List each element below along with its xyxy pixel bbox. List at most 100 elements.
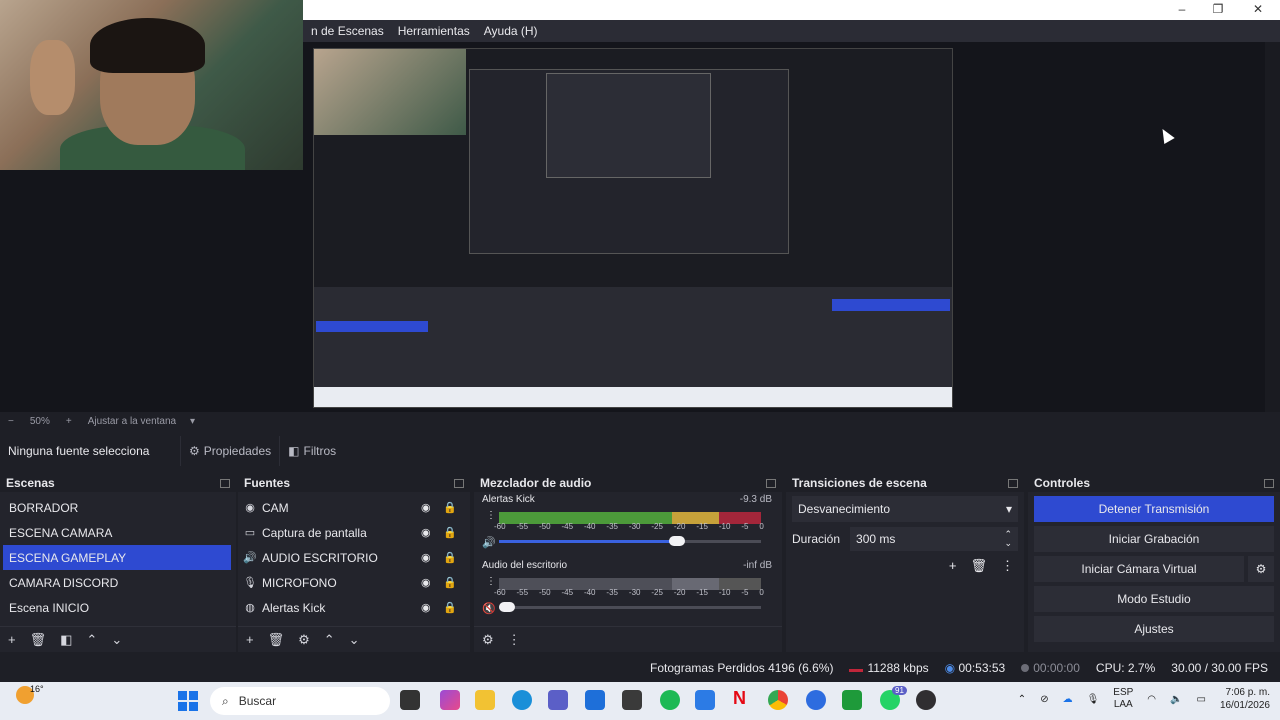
lock-icon[interactable]: 🔒 <box>443 551 457 564</box>
stop-streaming-button[interactable]: Detener Transmisión <box>1034 496 1274 522</box>
trash-icon[interactable]: 🗑 <box>970 558 987 574</box>
transition-select[interactable]: Desvanecimiento ▾ <box>792 496 1018 522</box>
start-virtual-camera-button[interactable]: Iniciar Cámara Virtual <box>1034 556 1244 582</box>
more-options-icon[interactable]: ⋮ <box>486 510 496 521</box>
folder-icon[interactable] <box>475 690 495 710</box>
eye-icon[interactable]: ◉ <box>421 526 431 539</box>
dropped-frames: Fotogramas Perdidos 4196 (6.6%) <box>650 661 834 675</box>
scene-item[interactable]: CAMARA DISCORD <box>0 570 236 595</box>
zoom-in-button[interactable]: + <box>66 416 72 427</box>
eye-icon[interactable]: ◉ <box>421 501 431 514</box>
popout-icon[interactable] <box>1008 478 1018 488</box>
scene-item[interactable]: ESCENA CAMARA <box>0 520 236 545</box>
scene-item[interactable]: Escena INICIO <box>0 595 236 620</box>
duration-input[interactable]: 300 ms ⌃ ⌄ <box>850 527 1018 551</box>
battery-icon[interactable]: ▭ <box>1196 694 1205 705</box>
chrome-icon[interactable] <box>768 690 788 710</box>
zoom-value: 50% <box>29 415 50 427</box>
gear-icon[interactable]: ⚙ <box>1248 556 1274 582</box>
lock-icon[interactable]: 🔒 <box>443 601 457 614</box>
popout-icon[interactable] <box>766 478 776 488</box>
wifi-icon[interactable]: ◠ <box>1147 694 1156 705</box>
scene-item-selected[interactable]: ESCENA GAMEPLAY <box>3 545 231 570</box>
arrow-down-icon[interactable]: ⌄ <box>111 632 122 648</box>
scale-tick: -30 <box>628 522 641 531</box>
popout-icon[interactable] <box>454 478 464 488</box>
properties-button[interactable]: ⚙ Propiedades <box>180 436 279 466</box>
steam-icon[interactable] <box>806 690 826 710</box>
spotify-icon[interactable] <box>660 690 680 710</box>
studio-mode-button[interactable]: Modo Estudio <box>1034 586 1274 612</box>
lock-icon[interactable]: 🔒 <box>443 576 457 589</box>
eye-icon[interactable]: ◉ <box>421 601 431 614</box>
word-icon[interactable] <box>695 690 715 710</box>
weather-widget[interactable]: 16° <box>16 684 44 704</box>
start-recording-button[interactable]: Iniciar Grabación <box>1034 526 1274 552</box>
popout-icon[interactable] <box>220 478 230 488</box>
outlook-icon[interactable] <box>585 690 605 710</box>
more-options-icon[interactable]: ⋮ <box>508 632 521 648</box>
windows-start-icon[interactable] <box>178 691 198 711</box>
zoom-out-button[interactable]: − <box>8 416 14 427</box>
lock-icon[interactable]: 🔒 <box>443 501 457 514</box>
filter-icon[interactable]: ◧ <box>60 632 72 648</box>
teams-icon[interactable] <box>548 690 568 710</box>
minimize-button[interactable]: – <box>1172 2 1192 16</box>
epic-icon[interactable] <box>622 690 642 710</box>
more-options-icon[interactable]: ⋮ <box>486 576 496 587</box>
muted-speaker-icon[interactable]: 🔇 <box>482 602 496 615</box>
source-item[interactable]: ◉ CAM ◉ 🔒 <box>238 495 470 520</box>
speaker-icon: 🔊 <box>243 552 257 564</box>
add-icon[interactable]: + <box>246 632 254 647</box>
lock-icon[interactable]: 🔒 <box>443 526 457 539</box>
eye-icon[interactable]: ◉ <box>421 576 431 589</box>
microphone-icon[interactable]: 🎙 <box>1087 694 1100 705</box>
maximize-button[interactable]: ❐ <box>1208 2 1228 16</box>
onedrive-icon[interactable]: ☁ <box>1063 694 1073 705</box>
arrow-up-icon[interactable]: ⌃ <box>86 632 97 648</box>
zoom-fit-select[interactable]: Ajustar a la ventana ▾ <box>88 416 195 427</box>
no-source-label: Ninguna fuente selecciona <box>8 444 150 458</box>
taskbar-search[interactable]: ⌕ Buscar <box>210 687 390 715</box>
volume-icon[interactable]: 🔈 <box>1170 694 1182 705</box>
source-item[interactable]: 🎙 MICROFONO ◉ 🔒 <box>238 570 470 595</box>
xbox-icon[interactable] <box>842 690 862 710</box>
settings-button[interactable]: Ajustes <box>1034 616 1274 642</box>
clock[interactable]: 7:06 p. m. 16/01/2026 <box>1220 686 1270 712</box>
more-options-icon[interactable]: ⋮ <box>1001 558 1014 574</box>
source-item[interactable]: ◍ Alertas Kick ◉ 🔒 <box>238 595 470 620</box>
menu-help[interactable]: Ayuda (H) <box>484 24 538 38</box>
volume-slider[interactable] <box>499 602 761 612</box>
monitor-icon: ▭ <box>244 527 256 539</box>
filters-button[interactable]: ◧ Filtros <box>279 436 344 466</box>
scene-item[interactable]: BORRADOR <box>0 495 236 520</box>
close-button[interactable]: ✕ <box>1248 2 1268 16</box>
menu-scene-collection[interactable]: n de Escenas <box>311 24 384 38</box>
language-indicator[interactable]: ESP LAA <box>1113 687 1133 711</box>
gear-icon[interactable]: ⚙ <box>482 632 494 648</box>
eye-icon[interactable]: ◉ <box>421 551 431 564</box>
trash-icon[interactable]: 🗑 <box>30 632 47 648</box>
preview-scrollbar[interactable] <box>1265 42 1280 412</box>
popout-icon[interactable] <box>1264 478 1274 488</box>
task-view-icon[interactable] <box>400 690 420 710</box>
volume-slider[interactable] <box>499 536 761 546</box>
trash-icon[interactable]: 🗑 <box>268 632 285 648</box>
source-item[interactable]: ▭ Captura de pantalla ◉ 🔒 <box>238 520 470 545</box>
copilot-icon[interactable] <box>440 690 460 710</box>
arrow-up-icon[interactable]: ⌃ <box>324 632 335 648</box>
obs-icon[interactable] <box>916 690 936 710</box>
arrow-down-icon[interactable]: ⌄ <box>349 632 360 648</box>
chevron-up-icon[interactable]: ⌃ <box>1018 694 1026 705</box>
add-icon[interactable]: + <box>8 632 16 647</box>
speaker-icon[interactable]: 🔊 <box>482 536 496 549</box>
edge-icon[interactable] <box>512 690 532 710</box>
broadcast-icon: ◉ <box>944 661 956 675</box>
netflix-icon[interactable]: N <box>733 688 753 708</box>
gear-icon[interactable]: ⚙ <box>298 632 310 648</box>
network-off-icon[interactable]: ⊘ <box>1040 694 1048 705</box>
menu-tools[interactable]: Herramientas <box>398 24 470 38</box>
add-icon[interactable]: + <box>949 558 957 574</box>
source-item[interactable]: 🔊 AUDIO ESCRITORIO ◉ 🔒 <box>238 545 470 570</box>
scenes-toolbar: + 🗑 ◧ ⌃ ⌄ <box>0 626 236 652</box>
